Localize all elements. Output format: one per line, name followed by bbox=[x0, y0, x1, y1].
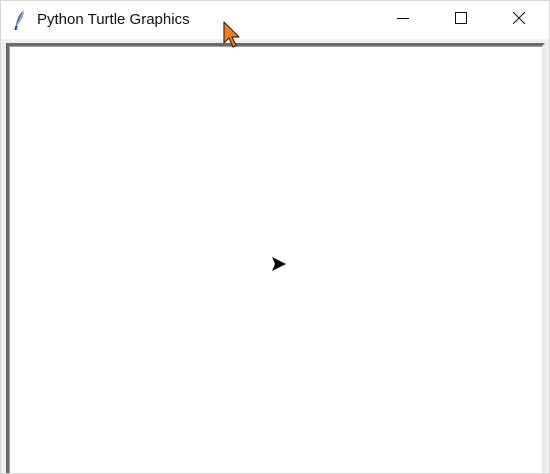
feather-icon bbox=[12, 9, 28, 31]
canvas-area[interactable] bbox=[9, 46, 542, 473]
close-button[interactable] bbox=[490, 1, 548, 39]
window-title: Python Turtle Graphics bbox=[37, 11, 190, 28]
maximize-button[interactable] bbox=[432, 1, 490, 39]
minimize-icon bbox=[397, 11, 409, 29]
title-bar[interactable]: Python Turtle Graphics bbox=[1, 1, 549, 39]
turtle-window: Python Turtle Graphics bbox=[0, 0, 550, 474]
mouse-pointer-icon bbox=[223, 21, 243, 49]
close-icon bbox=[512, 11, 526, 29]
turtle-arrow-icon bbox=[271, 256, 287, 272]
turtle-canvas[interactable] bbox=[6, 43, 545, 473]
minimize-button[interactable] bbox=[374, 1, 432, 39]
maximize-icon bbox=[455, 11, 467, 29]
